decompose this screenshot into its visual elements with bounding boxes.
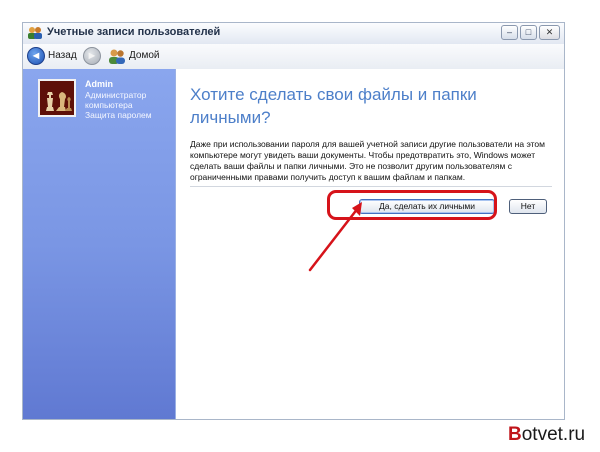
minimize-button[interactable]: –: [501, 25, 518, 40]
page-title: Хотите сделать свои файлы и папки личным…: [190, 83, 530, 129]
password-status: Защита паролем: [85, 110, 152, 120]
forward-arrow-icon[interactable]: ►: [83, 47, 101, 65]
red-arrow-icon: [308, 202, 362, 272]
sidebar: Admin Администратор компьютера Защита па…: [23, 69, 176, 419]
page-title-line-2: личными?: [190, 108, 271, 127]
chess-avatar-icon: [38, 79, 76, 117]
main-panel: Хотите сделать свои файлы и папки личным…: [176, 69, 564, 419]
home-users-icon[interactable]: [108, 48, 126, 65]
back-button[interactable]: Назад: [48, 50, 77, 61]
watermark-first-letter: B: [508, 424, 522, 445]
divider: [190, 186, 552, 187]
window-title: Учетные записи пользователей: [47, 26, 221, 38]
description-text: Даже при использовании пароля для вашей …: [190, 139, 545, 182]
no-button[interactable]: Нет: [509, 199, 547, 214]
home-button[interactable]: Домой: [129, 50, 159, 61]
maximize-button[interactable]: □: [520, 25, 537, 40]
close-button[interactable]: ✕: [539, 25, 560, 40]
user-accounts-window: Учетные записи пользователей – □ ✕ ◄ Наз…: [22, 22, 565, 420]
user-role: Администратор: [85, 90, 147, 100]
page-title-line-1: Хотите сделать свои файлы и папки: [190, 85, 477, 104]
title-bar[interactable]: Учетные записи пользователей – □ ✕: [23, 23, 564, 45]
user-details: Администратор компьютера Защита паролем: [85, 90, 152, 120]
window-controls: – □ ✕: [501, 25, 560, 40]
back-arrow-icon[interactable]: ◄: [27, 47, 45, 65]
users-icon: [28, 27, 42, 39]
user-name: Admin: [85, 79, 113, 89]
toolbar: ◄ Назад ► Домой: [23, 44, 564, 70]
watermark: Botvet.ru: [508, 424, 585, 446]
watermark-rest: otvet.ru: [521, 424, 586, 445]
user-role-cont: компьютера: [85, 100, 133, 110]
